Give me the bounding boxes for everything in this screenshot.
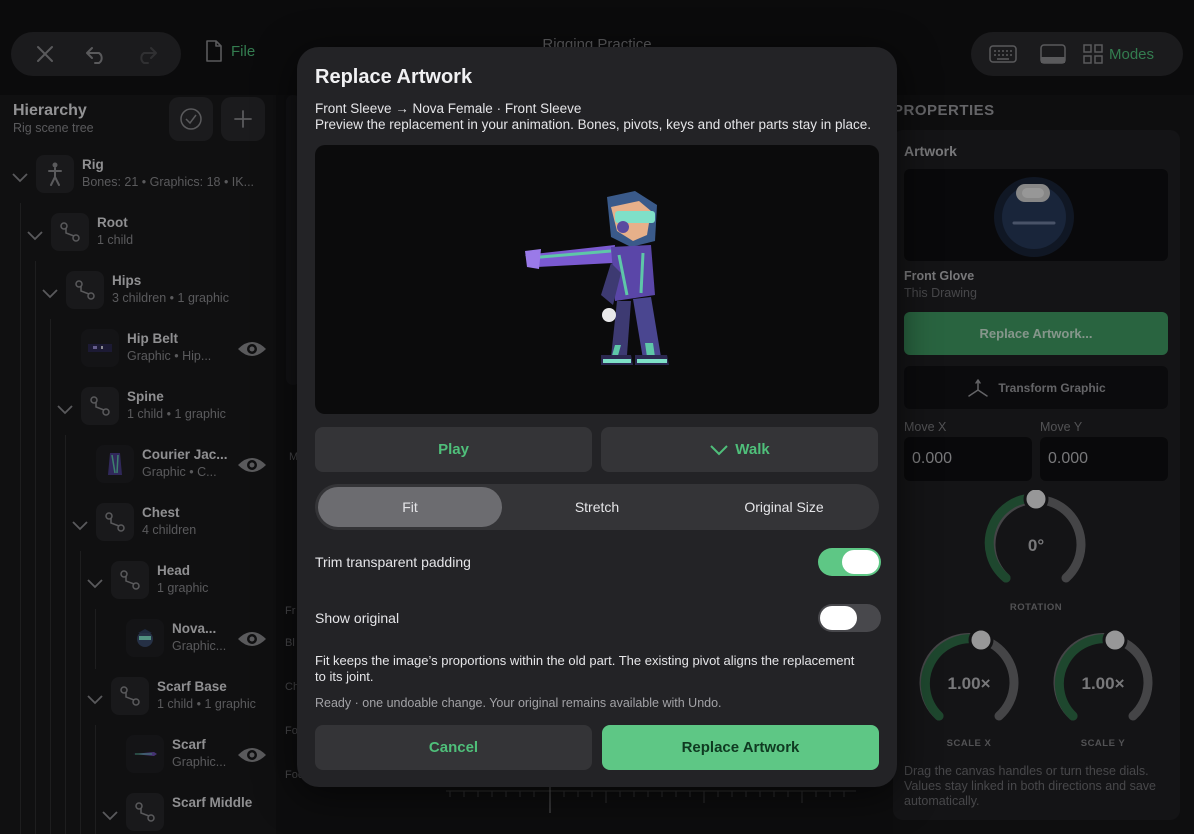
cancel-button[interactable]: Cancel xyxy=(315,725,592,770)
character-preview xyxy=(525,191,669,365)
toggle-knob xyxy=(842,550,879,574)
confirm-replace-button[interactable]: Replace Artwork xyxy=(602,725,879,770)
animation-preview xyxy=(315,145,879,414)
trim-padding-toggle[interactable] xyxy=(818,548,881,576)
dialog-description: Preview the replacement in your animatio… xyxy=(315,117,872,132)
play-button[interactable]: Play xyxy=(315,427,592,472)
toggle-knob xyxy=(820,606,857,630)
play-label: Play xyxy=(438,441,469,458)
show-original-label: Show original xyxy=(315,610,400,626)
fit-option-fit[interactable]: Fit xyxy=(318,487,502,527)
show-original-toggle[interactable] xyxy=(818,604,881,632)
dialog-title: Replace Artwork xyxy=(315,66,473,88)
animation-select[interactable]: Walk xyxy=(601,427,878,472)
replacement-path: Front Sleeve → Nova Female · Front Sleev… xyxy=(315,101,582,116)
app-window: File Rigging Practice Modes Hierarchy Ri… xyxy=(0,0,1194,834)
fit-mode-segmented-control: Fit Stretch Original Size xyxy=(315,484,879,530)
fit-help-text: Fit keeps the image’s proportions within… xyxy=(315,653,855,684)
trim-padding-label: Trim transparent padding xyxy=(315,554,471,570)
status-text: Ready · one undoable change. Your origin… xyxy=(315,696,722,710)
animation-label: Walk xyxy=(735,441,770,458)
fit-option-original-size[interactable]: Original Size xyxy=(692,487,876,527)
fit-option-stretch[interactable]: Stretch xyxy=(505,487,689,527)
chevron-down-icon xyxy=(710,444,728,455)
replace-artwork-dialog: Replace Artwork Front Sleeve → Nova Fema… xyxy=(297,47,897,787)
